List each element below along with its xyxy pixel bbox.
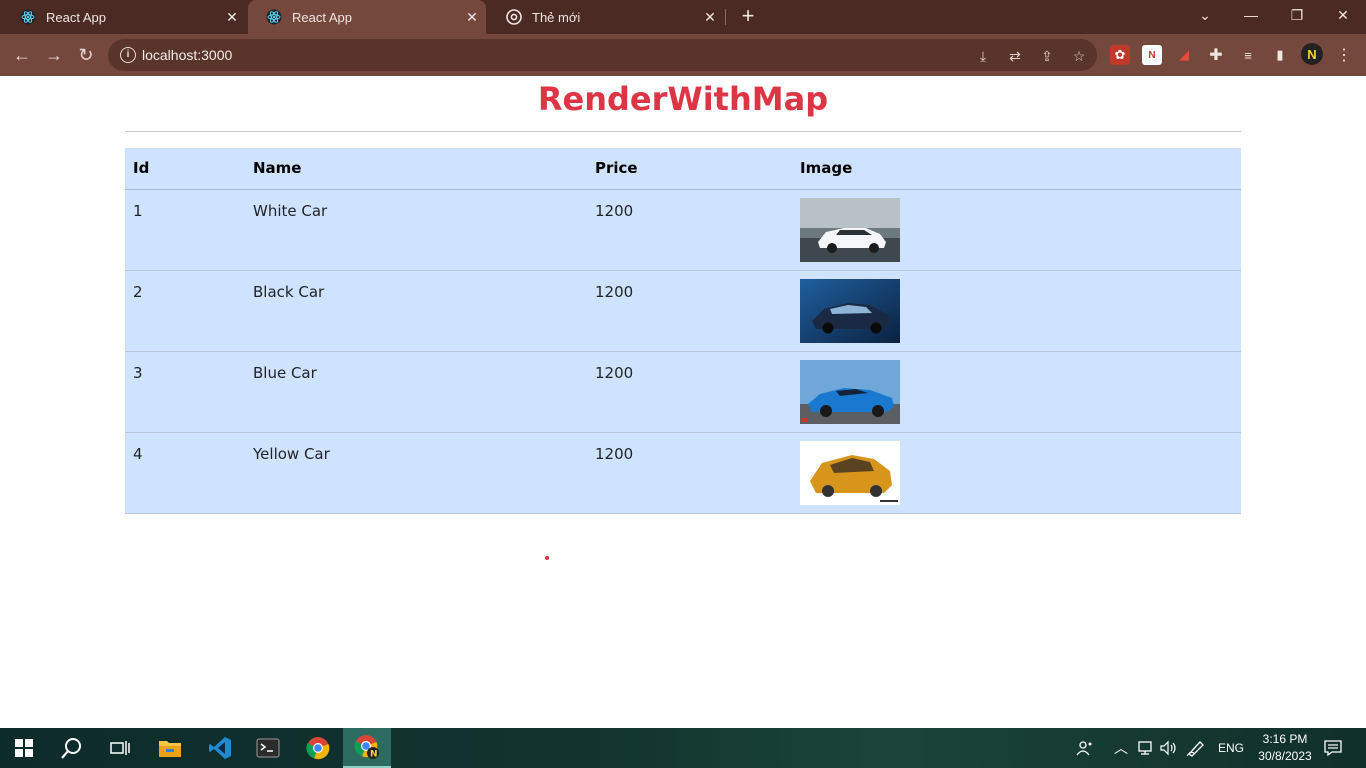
browser-toolbar: ← → ↻ i localhost:3000 ⤓ ⇄ ⇪ ☆ ✿ N ◢ ✚ ≡… xyxy=(0,34,1366,76)
vscode-icon[interactable] xyxy=(196,728,244,768)
install-app-icon[interactable]: ⤓ xyxy=(974,47,992,65)
cell-id: 2 xyxy=(125,270,245,352)
url-text[interactable]: localhost:3000 xyxy=(142,47,232,63)
cell-image xyxy=(792,432,1241,514)
cell-id: 1 xyxy=(125,189,245,271)
restore-button[interactable]: ❐ xyxy=(1274,0,1320,30)
address-bar[interactable]: i localhost:3000 ⤓ ⇄ ⇪ ☆ xyxy=(108,39,1097,71)
file-explorer-icon[interactable] xyxy=(146,728,194,768)
close-icon[interactable]: ✕ xyxy=(464,9,480,25)
yellow-car-icon xyxy=(800,440,900,505)
clock-time: 3:16 PM xyxy=(1262,732,1308,746)
extension-icon[interactable]: N xyxy=(1142,45,1162,65)
network-icon[interactable] xyxy=(1136,728,1154,768)
new-tab-button[interactable]: + xyxy=(736,5,760,28)
react-icon xyxy=(20,9,36,25)
tab-new-tab[interactable]: Thẻ mới ✕ xyxy=(488,0,724,34)
cell-name: Yellow Car xyxy=(245,432,587,514)
minimize-button[interactable]: — xyxy=(1228,0,1274,30)
chrome-icon xyxy=(506,9,522,25)
close-window-button[interactable]: ✕ xyxy=(1320,0,1366,30)
cell-image xyxy=(792,189,1241,271)
avatar[interactable]: N xyxy=(1301,43,1323,65)
cell-id: 3 xyxy=(125,351,245,433)
task-view-icon[interactable] xyxy=(96,728,144,768)
cell-price: 1200 xyxy=(587,270,792,352)
browser-tab-strip: React App ✕ React App ✕ Thẻ mới ✕ + ⌄ — … xyxy=(0,0,1366,34)
forward-arrow-icon[interactable]: → xyxy=(41,42,67,68)
black-car-icon xyxy=(800,278,900,343)
tab-title: Thẻ mới xyxy=(532,9,581,25)
chrome-icon[interactable] xyxy=(294,728,342,768)
search-icon[interactable] xyxy=(48,728,96,768)
cell-name: Blue Car xyxy=(245,351,587,433)
tab-title: React App xyxy=(292,9,352,25)
cursor-dot xyxy=(545,556,549,560)
language-indicator[interactable]: ENG xyxy=(1218,728,1244,768)
reload-icon[interactable]: ↻ xyxy=(73,42,99,68)
clock-date: 30/8/2023 xyxy=(1258,749,1312,763)
react-icon xyxy=(266,9,282,25)
horizontal-rule xyxy=(125,131,1241,132)
volume-icon[interactable] xyxy=(1160,728,1178,768)
cell-price: 1200 xyxy=(587,432,792,514)
table-row: 2 Black Car 1200 xyxy=(125,270,1241,352)
table-row: 1 White Car 1200 xyxy=(125,189,1241,271)
column-header-image: Image xyxy=(792,148,1241,190)
table-row: 4 Yellow Car 1200 xyxy=(125,432,1241,514)
tab-separator xyxy=(725,9,726,25)
cell-id: 4 xyxy=(125,432,245,514)
people-icon[interactable] xyxy=(1076,728,1094,768)
kebab-menu-icon[interactable]: ⋮ xyxy=(1334,45,1354,65)
clock[interactable]: 3:16 PM 30/8/2023 xyxy=(1250,731,1320,765)
tab-title: React App xyxy=(46,9,106,25)
tab-react-app-1[interactable]: React App ✕ xyxy=(2,0,246,34)
bookmark-star-icon[interactable]: ☆ xyxy=(1070,47,1088,65)
extension-icon[interactable]: ◢ xyxy=(1174,45,1194,65)
page-title: RenderWithMap xyxy=(537,80,829,118)
cell-image xyxy=(792,351,1241,433)
close-icon[interactable]: ✕ xyxy=(224,9,240,25)
white-car-icon xyxy=(800,197,900,262)
cell-image xyxy=(792,270,1241,352)
puzzle-icon[interactable]: ✚ xyxy=(1206,45,1226,65)
page-viewport: RenderWithMap Id Name Price Image 1 Whit… xyxy=(0,76,1366,728)
translate-icon[interactable]: ⇄ xyxy=(1006,47,1024,65)
terminal-icon[interactable] xyxy=(244,728,292,768)
column-header-price: Price xyxy=(587,148,792,190)
close-icon[interactable]: ✕ xyxy=(702,9,718,25)
tab-react-app-2[interactable]: React App ✕ xyxy=(248,0,486,34)
blue-car-icon xyxy=(800,359,900,424)
column-header-name: Name xyxy=(245,148,587,190)
extension-icon[interactable]: ✿ xyxy=(1110,45,1130,65)
chrome-profile-icon[interactable]: N xyxy=(343,728,391,768)
table-header-row: Id Name Price Image xyxy=(125,148,1241,190)
back-arrow-icon[interactable]: ← xyxy=(9,42,35,68)
share-icon[interactable]: ⇪ xyxy=(1038,47,1056,65)
column-header-id: Id xyxy=(125,148,245,190)
pen-icon[interactable] xyxy=(1186,728,1206,768)
windows-taskbar: N ︿ ENG 3:16 PM 30/8/2023 xyxy=(0,728,1366,768)
cell-price: 1200 xyxy=(587,189,792,271)
svg-text:N: N xyxy=(370,750,378,760)
side-panel-icon[interactable]: ▮ xyxy=(1270,45,1290,65)
cell-name: Black Car xyxy=(245,270,587,352)
site-info-icon[interactable]: i xyxy=(120,47,136,63)
cell-name: White Car xyxy=(245,189,587,271)
cars-table: Id Name Price Image 1 White Car 1200 2 B… xyxy=(125,148,1241,514)
windows-start-icon[interactable] xyxy=(0,728,48,768)
table-row: 3 Blue Car 1200 xyxy=(125,351,1241,433)
media-queue-icon[interactable]: ≡ xyxy=(1238,45,1258,65)
chevron-up-icon[interactable]: ︿ xyxy=(1114,728,1128,768)
cell-price: 1200 xyxy=(587,351,792,433)
tab-search-icon[interactable]: ⌄ xyxy=(1182,0,1228,30)
notification-icon[interactable] xyxy=(1324,728,1342,768)
